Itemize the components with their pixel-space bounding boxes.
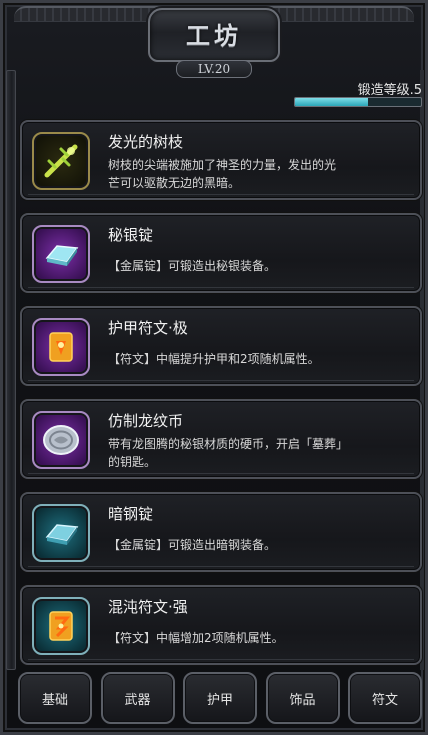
item-description-line1: 【符文】中幅增加2项随机属性。 — [108, 631, 284, 645]
forge-level-label: 锻造等级.5 — [357, 83, 422, 98]
item-icon-frame — [32, 132, 90, 190]
page-title: 工坊 — [186, 21, 242, 50]
item-icon-frame — [32, 318, 90, 376]
forge-progress-fill — [295, 98, 369, 106]
mithril-ingot-icon — [45, 245, 79, 266]
armor-rune-icon — [49, 332, 73, 362]
tab-weapon[interactable]: 武器 — [100, 672, 175, 724]
item-icon-frame — [32, 597, 90, 655]
item-description: 【金属锭】可锻造出暗钢装备。 — [108, 536, 408, 554]
item-name: 暗钢锭 — [108, 505, 154, 523]
item-description-line1: 【金属锭】可锻造出秘银装备。 — [108, 259, 277, 273]
category-tabs: 基础 武器 护甲 饰品 符文 — [18, 672, 422, 724]
item-name: 混沌符文·强 — [108, 598, 188, 616]
tab-armor[interactable]: 护甲 — [183, 672, 257, 724]
forge-progress-bar — [294, 97, 422, 107]
item-description-line1: 【符文】中幅提升护甲和2项随机属性。 — [108, 352, 320, 366]
header: 工坊 LV.20 — [0, 0, 428, 80]
list-item[interactable]: 发光的树枝 树枝的尖端被施加了神圣的力量，发出的光 芒可以驱散无边的黑暗。 — [20, 120, 422, 200]
list-item[interactable]: 秘银锭 【金属锭】可锻造出秘银装备。 — [20, 213, 422, 293]
left-decorative-rail — [6, 70, 16, 670]
item-description: 带有龙图腾的秘银材质的硬币，开启「墓葬」 的钥匙。 — [108, 435, 408, 471]
item-description-line1: 带有龙图腾的秘银材质的硬币，开启「墓葬」 — [108, 437, 349, 451]
item-icon-frame — [32, 411, 90, 469]
tab-rune[interactable]: 符文 — [348, 672, 422, 724]
item-description-line2: 芒可以驱散无边的黑暗。 — [108, 176, 241, 190]
tab-basic[interactable]: 基础 — [18, 672, 92, 724]
item-name: 发光的树枝 — [108, 133, 184, 151]
item-name: 秘银锭 — [108, 226, 154, 244]
item-description: 【符文】中幅增加2项随机属性。 — [108, 629, 408, 647]
dark-steel-ingot-icon — [45, 524, 79, 545]
item-description-line2: 的钥匙。 — [108, 455, 157, 469]
header-ornament-left — [14, 6, 164, 22]
item-icon-frame — [32, 504, 90, 562]
item-description: 【符文】中幅提升护甲和2项随机属性。 — [108, 350, 408, 368]
level-badge: LV.20 — [176, 60, 252, 78]
item-name: 仿制龙纹币 — [108, 412, 184, 430]
tab-accessory[interactable]: 饰品 — [265, 672, 340, 724]
title-plate: 工坊 — [148, 8, 280, 62]
item-icon-frame — [32, 225, 90, 283]
item-description: 【金属锭】可锻造出秘银装备。 — [108, 257, 408, 275]
item-description-line1: 树枝的尖端被施加了神圣的力量，发出的光 — [108, 158, 337, 172]
list-item[interactable]: 混沌符文·强 【符文】中幅增加2项随机属性。 — [20, 585, 422, 665]
glowing-branch-icon — [44, 144, 78, 178]
chaos-rune-icon — [49, 611, 73, 641]
item-description-line1: 【金属锭】可锻造出暗钢装备。 — [108, 538, 277, 552]
list-item[interactable]: 仿制龙纹币 带有龙图腾的秘银材质的硬币，开启「墓葬」 的钥匙。 — [20, 399, 422, 479]
header-ornament-right — [264, 6, 414, 22]
item-name: 护甲符文·极 — [108, 319, 188, 337]
item-description: 树枝的尖端被施加了神圣的力量，发出的光 芒可以驱散无边的黑暗。 — [108, 156, 408, 192]
list-item[interactable]: 护甲符文·极 【符文】中幅提升护甲和2项随机属性。 — [20, 306, 422, 386]
dragon-coin-icon — [43, 425, 79, 455]
list-item[interactable]: 暗钢锭 【金属锭】可锻造出暗钢装备。 — [20, 492, 422, 572]
